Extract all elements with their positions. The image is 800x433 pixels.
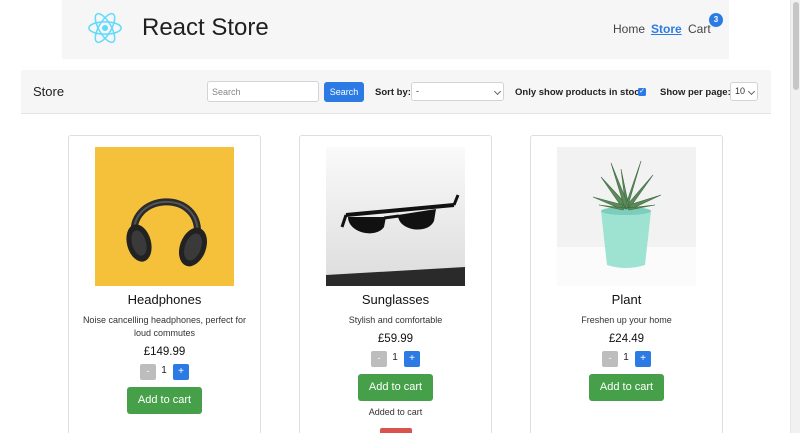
search-input[interactable] (207, 81, 319, 102)
sunglasses-image (326, 147, 465, 286)
quantity-stepper: - 1 + (69, 364, 260, 380)
in-stock-label: Only show products in stock (515, 87, 645, 98)
quantity-stepper: - 1 + (531, 351, 722, 367)
increase-quantity-button[interactable]: + (173, 364, 189, 380)
chevron-down-icon (747, 87, 756, 96)
product-name: Sunglasses (361, 292, 430, 307)
per-page-select[interactable]: 10 (730, 82, 758, 101)
sort-select-value: - (416, 86, 419, 96)
product-description: Freshen up your home (581, 315, 672, 325)
increase-quantity-button[interactable]: + (404, 351, 420, 367)
page-title: Store (33, 84, 65, 99)
add-to-cart-button[interactable]: Add to cart (589, 374, 664, 401)
per-page-label: Show per page: (660, 87, 731, 98)
plant-image (557, 147, 696, 286)
react-logo-icon[interactable] (86, 9, 124, 47)
product-description: Stylish and comfortable (348, 315, 443, 325)
brand-title[interactable]: React Store (142, 14, 269, 42)
quantity-stepper: - 1 + (300, 351, 491, 367)
per-page-value: 10 (735, 86, 746, 96)
product-name: Headphones (127, 292, 202, 307)
cart-count-badge: 3 (709, 13, 723, 27)
add-to-cart-button[interactable]: Add to cart (127, 387, 202, 414)
page-scrollbar[interactable] (790, 0, 800, 433)
added-to-cart-message: Added to cart (368, 407, 423, 417)
nav-link-home[interactable]: Home (613, 22, 645, 36)
scrollbar-thumb[interactable] (793, 2, 799, 90)
sort-label: Sort by: (375, 87, 411, 98)
product-description: Noise cancelling headphones, perfect for… (82, 315, 247, 338)
top-navbar: React Store Home Store Cart 3 (62, 0, 729, 59)
product-card-plant: Plant Freshen up your home £24.49 - 1 + … (530, 135, 723, 433)
product-price: £59.99 (377, 333, 414, 345)
in-stock-checkbox[interactable]: ✓ (638, 88, 646, 96)
product-price: £24.49 (608, 333, 645, 345)
headphones-image (95, 147, 234, 286)
decrease-quantity-button[interactable]: - (602, 351, 618, 367)
decrease-quantity-button[interactable]: - (140, 364, 156, 380)
sort-select[interactable]: - (411, 82, 504, 101)
add-to-cart-button[interactable]: Add to cart (358, 374, 433, 401)
search-button[interactable]: Search (324, 82, 364, 102)
product-card-headphones: Headphones Noise cancelling headphones, … (68, 135, 261, 433)
chevron-down-icon (493, 87, 502, 96)
nav-link-cart[interactable]: Cart (688, 22, 711, 36)
quantity-value: 1 (392, 352, 398, 363)
store-toolbar: Store Search Sort by: - Only show produc… (21, 70, 771, 114)
quantity-value: 1 (161, 365, 167, 376)
product-price: £149.99 (143, 346, 186, 358)
decrease-quantity-button[interactable]: - (371, 351, 387, 367)
increase-quantity-button[interactable]: + (635, 351, 651, 367)
product-name: Plant (611, 292, 642, 307)
remove-from-cart-button[interactable] (380, 428, 412, 433)
quantity-value: 1 (623, 352, 629, 363)
product-card-sunglasses: Sunglasses Stylish and comfortable £59.9… (299, 135, 492, 433)
nav-link-store[interactable]: Store (651, 22, 682, 36)
